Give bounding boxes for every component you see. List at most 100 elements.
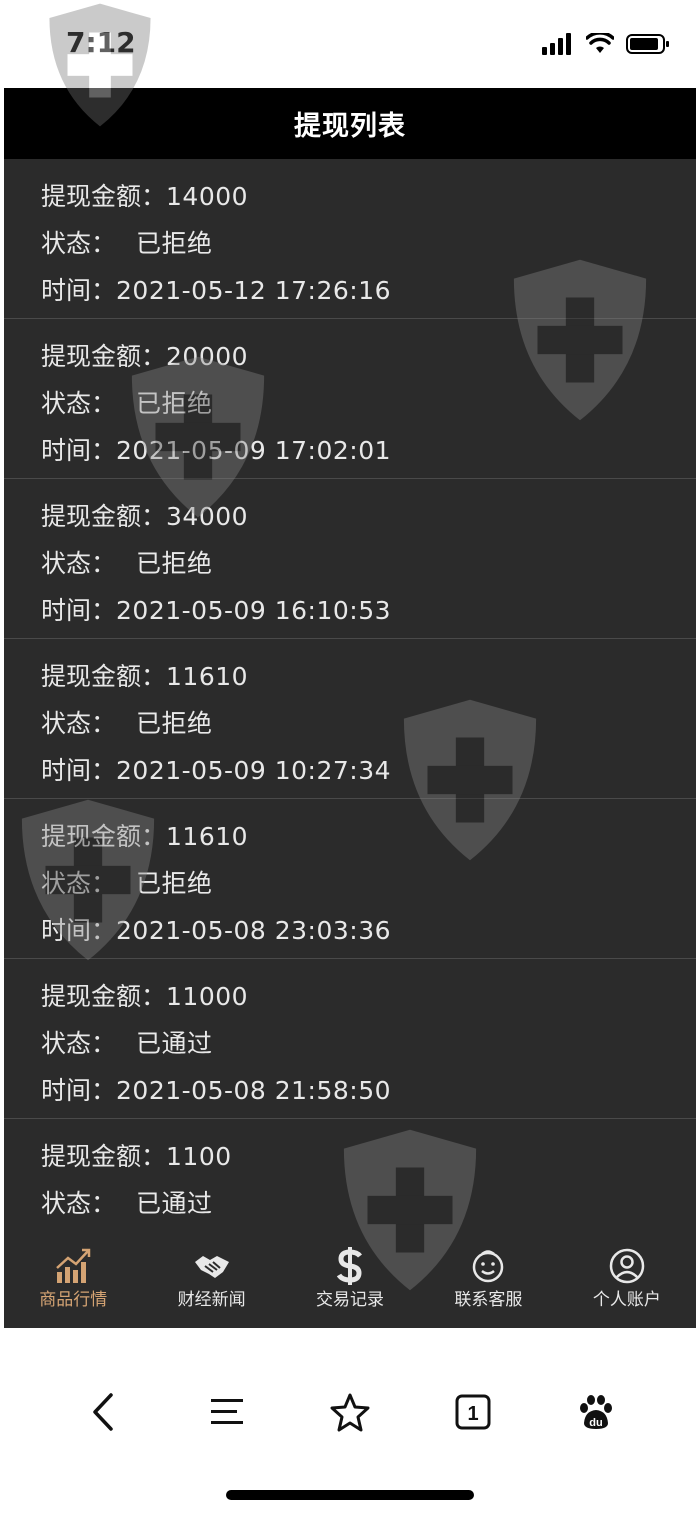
tab-label: 联系客服 bbox=[454, 1290, 523, 1310]
record-amount-row: 提现金额： 14000 bbox=[41, 173, 696, 220]
record-amount-label: 提现金额： bbox=[41, 661, 167, 691]
record-status-row: 状态： 已通过 bbox=[41, 1180, 696, 1227]
tab-label: 商品行情 bbox=[39, 1290, 108, 1310]
record-status-row: 状态： 已拒绝 bbox=[41, 540, 696, 587]
tab-count: 1 bbox=[468, 1403, 479, 1425]
list-item[interactable]: 提现金额： 34000 状态： 已拒绝 时间： 2021-05-09 16:10:53 bbox=[4, 479, 696, 639]
wifi-icon bbox=[586, 33, 614, 53]
record-amount-row: 提现金额： 34000 bbox=[41, 493, 696, 540]
record-status-label: 状态： bbox=[41, 868, 117, 898]
record-time-value: 2021-05-12 17:26:16 bbox=[116, 275, 392, 305]
browser-toolbar: 1 du bbox=[0, 1362, 700, 1462]
record-status-label: 状态： bbox=[41, 1188, 117, 1218]
tab-news[interactable]: 财经新闻 bbox=[142, 1237, 280, 1328]
record-status-value: 已通过 bbox=[136, 1188, 213, 1218]
record-status-label: 状态： bbox=[41, 228, 117, 258]
record-time-value: 2021-05-09 16:10:53 bbox=[116, 595, 392, 625]
record-amount-row: 提现金额： 11610 bbox=[41, 653, 696, 700]
user-icon bbox=[608, 1247, 646, 1285]
list-item[interactable]: 提现金额： 14000 状态： 已拒绝 时间： 2021-05-12 17:26:16 bbox=[4, 159, 696, 319]
record-time-label: 时间： bbox=[41, 275, 117, 305]
record-amount-label: 提现金额： bbox=[41, 341, 167, 371]
svg-text:du: du bbox=[590, 1417, 603, 1429]
list-item[interactable]: 提现金额： 20000 状态： 已拒绝 时间： 2021-05-09 17:02:01 bbox=[4, 319, 696, 479]
record-amount-value: 20000 bbox=[166, 341, 249, 371]
record-time-label: 时间： bbox=[41, 915, 117, 945]
record-status-value: 已拒绝 bbox=[136, 228, 213, 258]
record-status-row: 状态： 已通过 bbox=[41, 1020, 696, 1067]
home-indicator bbox=[226, 1490, 474, 1500]
record-time-row: 时间： 2021-05-08 23:03:36 bbox=[41, 907, 696, 954]
record-time-value: 2021-05-09 17:02:01 bbox=[116, 435, 392, 465]
record-time-row: 时间： 2021-05-09 17:02:01 bbox=[41, 427, 696, 474]
tabs-button[interactable]: 1 bbox=[443, 1382, 503, 1442]
tab-label: 交易记录 bbox=[316, 1290, 385, 1310]
tabs-icon: 1 bbox=[455, 1394, 491, 1430]
record-amount-value: 1100 bbox=[166, 1141, 232, 1171]
record-status-value: 已通过 bbox=[136, 1028, 213, 1058]
back-icon bbox=[92, 1393, 113, 1431]
record-amount-value: 34000 bbox=[166, 501, 249, 531]
record-time-label: 时间： bbox=[41, 755, 117, 785]
record-status-value: 已拒绝 bbox=[136, 388, 213, 418]
smiley-icon bbox=[469, 1247, 507, 1285]
record-status-row: 状态： 已拒绝 bbox=[41, 700, 696, 747]
menu-button[interactable] bbox=[197, 1382, 257, 1442]
record-time-row: 时间： 2021-05-08 21:58:50 bbox=[41, 1067, 696, 1114]
record-time-label: 时间： bbox=[41, 1075, 117, 1105]
record-amount-row: 提现金额： 20000 bbox=[41, 333, 696, 380]
status-time: 7:12 bbox=[66, 26, 136, 59]
dollar-icon bbox=[331, 1247, 369, 1285]
record-status-value: 已拒绝 bbox=[136, 708, 213, 738]
record-status-value: 已拒绝 bbox=[136, 548, 213, 578]
list-item[interactable]: 提现金额：1100 状态： 已通过时间：2021-05-08 20:04:05 bbox=[4, 1119, 696, 1238]
withdrawal-list[interactable]: 提现金额： 14000 状态： 已拒绝 时间： 2021-05-12 17:26:16 提现… bbox=[4, 159, 696, 1237]
record-time-row: 时间： 2021-05-12 17:26:16 bbox=[41, 267, 696, 314]
bottom-tab-bar: 商品行情 财经新闻 交易记录 联系客服 个人账户 bbox=[4, 1237, 696, 1328]
list-item[interactable]: 提现金额： 11610 状态： 已拒绝 时间： 2021-05-08 23:03:36 bbox=[4, 799, 696, 959]
record-amount-label: 提现金额： bbox=[41, 981, 167, 1011]
record-status-label: 状态： bbox=[41, 548, 117, 578]
list-item[interactable]: 提现金额： 11610 状态： 已拒绝 时间： 2021-05-09 10:27:34 bbox=[4, 639, 696, 799]
tab-customer-service[interactable]: 联系客服 bbox=[419, 1237, 557, 1328]
record-amount-label: 提现金额： bbox=[41, 821, 167, 851]
record-amount-row: 提现金额： 11000 bbox=[41, 973, 696, 1020]
tab-trade-records[interactable]: 交易记录 bbox=[281, 1237, 419, 1328]
record-status-label: 状态： bbox=[41, 1028, 117, 1058]
bookmark-button[interactable] bbox=[320, 1382, 380, 1442]
chart-icon bbox=[54, 1247, 92, 1285]
record-time-label: 时间： bbox=[41, 435, 117, 465]
status-icons bbox=[542, 30, 670, 58]
page-title: 提现列表 bbox=[4, 88, 696, 159]
tab-account[interactable]: 个人账户 bbox=[558, 1237, 696, 1328]
record-status-value: 已拒绝 bbox=[136, 868, 213, 898]
record-amount-value: 14000 bbox=[166, 181, 249, 211]
record-amount-row: 提现金额： 1100 bbox=[41, 1133, 696, 1180]
star-icon bbox=[330, 1393, 370, 1432]
menu-icon bbox=[210, 1399, 243, 1424]
record-status-row: 状态： 已拒绝 bbox=[41, 860, 696, 907]
record-status-row: 状态： 已拒绝 bbox=[41, 380, 696, 427]
record-amount-label: 提现金额： bbox=[41, 501, 167, 531]
tab-market[interactable]: 商品行情 bbox=[4, 1237, 142, 1328]
record-time-value: 2021-05-08 21:58:50 bbox=[116, 1075, 392, 1105]
record-amount-value: 11000 bbox=[166, 981, 249, 1011]
record-time-row: 时间：2021-05-08 20:04:05 bbox=[41, 1227, 696, 1238]
back-button[interactable] bbox=[74, 1382, 134, 1442]
list-item[interactable]: 提现金额： 11000 状态： 已通过 时间： 2021-05-08 21:58:50 bbox=[4, 959, 696, 1119]
record-amount-row: 提现金额： 11610 bbox=[41, 813, 696, 860]
tab-label: 财经新闻 bbox=[177, 1290, 246, 1310]
baidu-button[interactable]: du bbox=[566, 1382, 626, 1442]
record-time-row: 时间： 2021-05-09 16:10:53 bbox=[41, 587, 696, 634]
record-amount-value: 11610 bbox=[166, 821, 249, 851]
battery-icon bbox=[626, 34, 669, 54]
record-time-value: 2021-05-08 23:03:36 bbox=[116, 915, 392, 945]
status-bar: 7:12 bbox=[0, 0, 700, 88]
record-amount-label: 提现金额： bbox=[41, 1141, 167, 1171]
record-status-label: 状态： bbox=[41, 708, 117, 738]
handshake-icon bbox=[193, 1247, 231, 1285]
app-frame: 提现列表 提现金额： 14000 状态： 已拒绝 时间： 2021-05-12 17:26… bbox=[4, 88, 696, 1328]
record-time-label: 时间： bbox=[41, 595, 117, 625]
record-amount-value: 11610 bbox=[166, 661, 249, 691]
record-amount-label: 提现金额： bbox=[41, 181, 167, 211]
